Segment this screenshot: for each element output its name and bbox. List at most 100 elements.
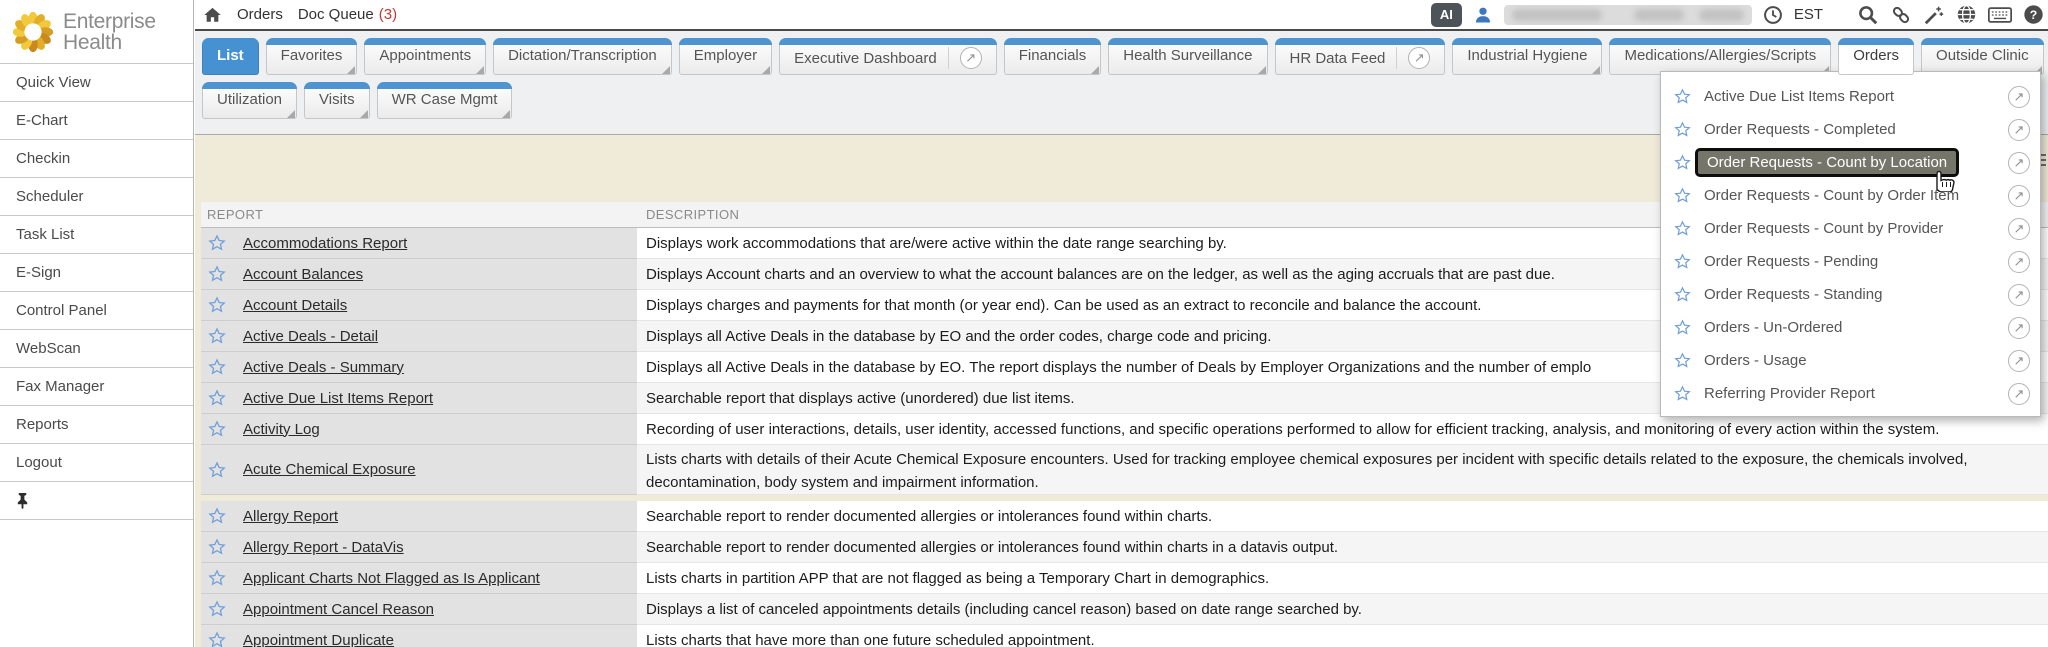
tab-list[interactable]: List bbox=[202, 38, 259, 75]
hr-data-feed-external-link[interactable]: ↗ bbox=[1396, 47, 1430, 69]
open-in-new-icon[interactable]: ↗ bbox=[2008, 218, 2030, 240]
report-link[interactable]: Appointment Cancel Reason bbox=[243, 601, 434, 618]
favorite-star-icon[interactable] bbox=[1674, 352, 1691, 369]
brand-line2: Health bbox=[63, 32, 156, 53]
favorite-star-icon[interactable] bbox=[1674, 319, 1691, 336]
menu-item-order-requests-pending[interactable]: Order Requests - Pending ↗ bbox=[1661, 245, 2040, 278]
tab-row-2: Utilization Visits WR Case Mgmt bbox=[202, 82, 512, 119]
globe-icon[interactable] bbox=[1956, 4, 1977, 25]
open-in-new-icon[interactable]: ↗ bbox=[2008, 251, 2030, 273]
link-icon[interactable] bbox=[1890, 4, 1912, 26]
sidebar-item-fax-manager[interactable]: Fax Manager bbox=[0, 368, 193, 406]
tab-favorites[interactable]: Favorites bbox=[266, 38, 358, 75]
open-in-new-icon[interactable]: ↗ bbox=[2008, 152, 2030, 174]
menu-item-order-requests-count-by-order-item[interactable]: Order Requests - Count by Order Item ↗ bbox=[1661, 179, 2040, 212]
ai-badge[interactable]: AI bbox=[1431, 3, 1462, 27]
tab-financials[interactable]: Financials bbox=[1004, 38, 1102, 75]
open-in-new-icon[interactable]: ↗ bbox=[2008, 317, 2030, 339]
tab-medications-allergies-scripts[interactable]: Medications/Allergies/Scripts bbox=[1609, 38, 1831, 75]
open-in-new-icon[interactable]: ↗ bbox=[2008, 86, 2030, 108]
favorite-star-icon[interactable] bbox=[1674, 88, 1691, 105]
report-link[interactable]: Active Deals - Summary bbox=[243, 359, 404, 376]
tab-visits[interactable]: Visits bbox=[304, 82, 370, 119]
report-link[interactable]: Account Details bbox=[243, 297, 347, 314]
favorite-star-icon[interactable] bbox=[208, 631, 226, 647]
menu-item-orders-un-ordered[interactable]: Orders - Un-Ordered ↗ bbox=[1661, 311, 2040, 344]
favorite-star-icon[interactable] bbox=[208, 234, 226, 252]
user-icon[interactable] bbox=[1473, 5, 1493, 25]
report-link[interactable]: Allergy Report bbox=[243, 508, 338, 525]
tab-wr-case-mgmt[interactable]: WR Case Mgmt bbox=[377, 82, 513, 119]
menu-item-order-requests-count-by-provider[interactable]: Order Requests - Count by Provider ↗ bbox=[1661, 212, 2040, 245]
favorite-star-icon[interactable] bbox=[208, 569, 226, 587]
tab-appointments[interactable]: Appointments bbox=[364, 38, 486, 75]
home-icon[interactable] bbox=[203, 6, 222, 24]
table-row: Acute Chemical Exposure Lists charts wit… bbox=[201, 445, 2048, 495]
sidebar-item-e-chart[interactable]: E-Chart bbox=[0, 102, 193, 140]
favorite-star-icon[interactable] bbox=[208, 538, 226, 556]
report-link[interactable]: Activity Log bbox=[243, 421, 320, 438]
menu-item-active-due-list-items-report[interactable]: Active Due List Items Report ↗ bbox=[1661, 80, 2040, 113]
sidebar-item-checkin[interactable]: Checkin bbox=[0, 140, 193, 178]
favorite-star-icon[interactable] bbox=[208, 420, 226, 438]
favorite-star-icon[interactable] bbox=[208, 327, 226, 345]
report-link[interactable]: Appointment Duplicate bbox=[243, 632, 394, 647]
favorite-star-icon[interactable] bbox=[1674, 187, 1691, 204]
sidebar-pin-row[interactable] bbox=[0, 482, 193, 520]
tab-orders[interactable]: Orders bbox=[1838, 38, 1914, 75]
executive-dashboard-external-link[interactable]: ↗ bbox=[948, 47, 982, 69]
report-link[interactable]: Applicant Charts Not Flagged as Is Appli… bbox=[243, 570, 540, 587]
sidebar-item-scheduler[interactable]: Scheduler bbox=[0, 178, 193, 216]
open-in-new-icon[interactable]: ↗ bbox=[2008, 185, 2030, 207]
menu-item-order-requests-count-by-location[interactable]: Order Requests - Count by Location ↗ bbox=[1661, 146, 2040, 179]
tab-dictation-transcription[interactable]: Dictation/Transcription bbox=[493, 38, 672, 75]
sidebar-item-webscan[interactable]: WebScan bbox=[0, 330, 193, 368]
report-link[interactable]: Allergy Report - DataVis bbox=[243, 539, 404, 556]
sidebar-item-quick-view[interactable]: Quick View bbox=[0, 64, 193, 102]
favorite-star-icon[interactable] bbox=[1674, 385, 1691, 402]
open-in-new-icon[interactable]: ↗ bbox=[2008, 119, 2030, 141]
tab-outside-clinic[interactable]: Outside Clinic bbox=[1921, 38, 2044, 75]
favorite-star-icon[interactable] bbox=[208, 265, 226, 283]
favorite-star-icon[interactable] bbox=[1674, 154, 1691, 171]
help-icon[interactable]: ? bbox=[2023, 4, 2044, 25]
tab-executive-dashboard[interactable]: Executive Dashboard ↗ bbox=[779, 38, 997, 75]
menu-item-referring-provider-report[interactable]: Referring Provider Report ↗ bbox=[1661, 377, 2040, 410]
report-link[interactable]: Active Due List Items Report bbox=[243, 390, 433, 407]
report-link[interactable]: Acute Chemical Exposure bbox=[243, 461, 416, 478]
open-in-new-icon[interactable]: ↗ bbox=[2008, 350, 2030, 372]
open-in-new-icon[interactable]: ↗ bbox=[2008, 284, 2030, 306]
favorite-star-icon[interactable] bbox=[208, 461, 226, 479]
sidebar-item-task-list[interactable]: Task List bbox=[0, 216, 193, 254]
favorite-star-icon[interactable] bbox=[208, 600, 226, 618]
tab-employer[interactable]: Employer bbox=[679, 38, 772, 75]
tab-health-surveillance[interactable]: Health Surveillance bbox=[1108, 38, 1267, 75]
favorite-star-icon[interactable] bbox=[1674, 220, 1691, 237]
sidebar-item-e-sign[interactable]: E-Sign bbox=[0, 254, 193, 292]
menu-item-order-requests-standing[interactable]: Order Requests - Standing ↗ bbox=[1661, 278, 2040, 311]
favorite-star-icon[interactable] bbox=[208, 358, 226, 376]
search-icon[interactable] bbox=[1857, 4, 1879, 26]
favorite-star-icon[interactable] bbox=[1674, 286, 1691, 303]
report-link[interactable]: Active Deals - Detail bbox=[243, 328, 378, 345]
report-link[interactable]: Accommodations Report bbox=[243, 235, 407, 252]
sidebar-item-reports[interactable]: Reports bbox=[0, 406, 193, 444]
favorite-star-icon[interactable] bbox=[208, 389, 226, 407]
open-in-new-icon[interactable]: ↗ bbox=[2008, 383, 2030, 405]
sidebar-item-logout[interactable]: Logout bbox=[0, 444, 193, 482]
breadcrumb-orders[interactable]: Orders bbox=[237, 6, 283, 23]
favorite-star-icon[interactable] bbox=[208, 296, 226, 314]
favorite-star-icon[interactable] bbox=[1674, 253, 1691, 270]
tab-hr-data-feed[interactable]: HR Data Feed ↗ bbox=[1275, 38, 1446, 75]
menu-item-order-requests-completed[interactable]: Order Requests - Completed ↗ bbox=[1661, 113, 2040, 146]
report-link[interactable]: Account Balances bbox=[243, 266, 363, 283]
tab-utilization[interactable]: Utilization bbox=[202, 82, 297, 119]
favorite-star-icon[interactable] bbox=[208, 507, 226, 525]
keyboard-icon[interactable] bbox=[1988, 5, 2012, 25]
tab-industrial-hygiene[interactable]: Industrial Hygiene bbox=[1452, 38, 1602, 75]
sidebar-item-control-panel[interactable]: Control Panel bbox=[0, 292, 193, 330]
menu-item-orders-usage[interactable]: Orders - Usage ↗ bbox=[1661, 344, 2040, 377]
breadcrumb-doc-queue[interactable]: Doc Queue (3) bbox=[298, 6, 397, 23]
wand-icon[interactable] bbox=[1923, 4, 1945, 26]
favorite-star-icon[interactable] bbox=[1674, 121, 1691, 138]
